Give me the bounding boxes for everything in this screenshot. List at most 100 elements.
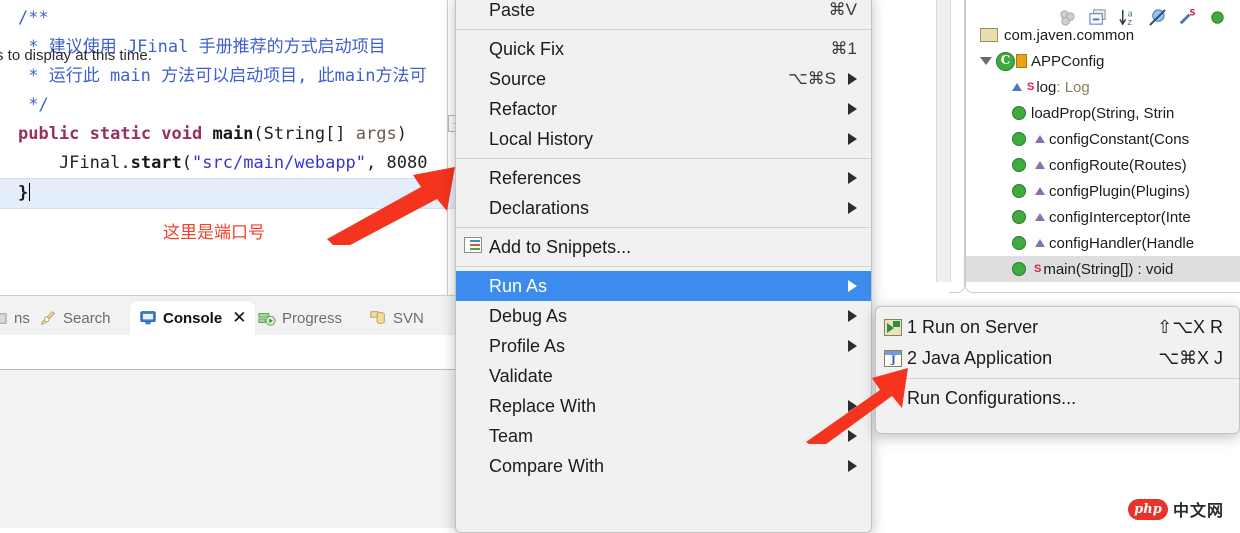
submenu-arrow-icon <box>848 202 857 214</box>
watermark: php 中文网 <box>1128 497 1224 521</box>
code-token: main <box>212 124 254 144</box>
menu-item-label: Compare With <box>489 455 605 476</box>
submenu-item-1-run-on-server[interactable]: 1 Run on Server ⇧⌥X R <box>876 312 1239 343</box>
outline-row[interactable]: Smain(String[]) : void <box>966 256 1240 282</box>
menu-separator <box>456 227 871 228</box>
menu-item-profile-as[interactable]: Profile As <box>456 331 871 361</box>
menu-item-references[interactable]: References <box>456 163 871 193</box>
override-marker-icon <box>1035 239 1045 247</box>
outline-row[interactable]: Slog : Log <box>966 74 1240 100</box>
bottom-tab-svn[interactable]: SVN <box>360 301 433 335</box>
menu-item-shortcut: ⌘1 <box>830 39 857 58</box>
menu-item-label: Source <box>489 68 547 89</box>
menu-separator <box>456 158 871 159</box>
code-token: /** <box>18 8 49 28</box>
outline-row-label: configRoute(Routes) <box>1049 156 1187 174</box>
submenu-arrow-icon <box>848 280 857 292</box>
bottom-tab-label: Console <box>163 309 223 327</box>
outline-row-label: main(String[]) : void <box>1043 260 1174 278</box>
menu-item-label: Quick Fix <box>489 38 565 59</box>
submenu-item-shortcut: ⌥⌘X J <box>1158 348 1223 368</box>
menu-item-replace-with[interactable]: Replace With <box>456 391 871 421</box>
menu-item-debug-as[interactable]: Debug As <box>456 301 871 331</box>
outline-tree[interactable]: com.javen.common C APPConfig Slog : Log load… <box>966 22 1240 282</box>
submenu-item-2-java-application[interactable]: J 2 Java Application ⌥⌘X J <box>876 343 1239 374</box>
menu-item-refactor[interactable]: Refactor <box>456 94 871 124</box>
outline-row[interactable]: configRoute(Routes) <box>966 152 1240 178</box>
code-token: public static void <box>18 124 213 144</box>
port-annotation-label: 这里是端口号 <box>163 223 265 243</box>
menu-separator <box>456 266 871 267</box>
outline-row[interactable]: com.javen.common <box>966 22 1240 48</box>
code-token: "src/main/webapp" <box>192 153 367 173</box>
menu-item-declarations[interactable]: Declarations <box>456 193 871 223</box>
submenu-arrow-icon <box>848 310 857 322</box>
bottom-tab-bar[interactable]: ns Search Console ✕ Progress SVN <box>0 296 470 336</box>
method-icon <box>1012 158 1026 172</box>
menu-item-team[interactable]: Team <box>456 421 871 451</box>
outline-row[interactable]: configInterceptor(Inte <box>966 204 1240 230</box>
menu-item-source[interactable]: Source ⌥⌘S <box>456 64 871 94</box>
run-as-submenu[interactable]: 1 Run on Server ⇧⌥X R J 2 Java Application ⌥… <box>875 306 1240 434</box>
editor-vertical-scrollbar[interactable] <box>936 0 951 282</box>
chevron-down-icon[interactable] <box>980 57 992 65</box>
submenu-item-label: 2 Java Application <box>907 348 1053 368</box>
bottom-tab-label: Search <box>63 309 111 327</box>
current-line-highlight <box>0 178 470 209</box>
menu-item-compare-with[interactable]: Compare With <box>456 451 871 481</box>
menu-item-validate[interactable]: Validate <box>456 361 871 391</box>
menu-item-label: Declarations <box>489 197 590 218</box>
package-icon <box>980 28 998 42</box>
submenu-arrow-icon <box>848 133 857 145</box>
editor-panel-edge <box>949 0 965 293</box>
run-on-server-icon <box>884 319 902 336</box>
submenu-item-label: 1 Run on Server <box>907 317 1039 337</box>
outline-row[interactable]: C APPConfig <box>966 48 1240 74</box>
context-menu[interactable]: Paste ⌘V Quick Fix ⌘1 Source ⌥⌘S Refactor Local… <box>455 0 872 533</box>
svg-text:S: S <box>1189 8 1195 18</box>
override-marker-icon <box>1035 135 1045 143</box>
editor-edge <box>447 0 448 295</box>
method-icon <box>1012 132 1026 146</box>
code-editor[interactable]: /** * 建议使用 JFinal 手册推荐的方式启动项目 * 运行此 main… <box>0 0 470 295</box>
menu-item-quick-fix[interactable]: Quick Fix ⌘1 <box>456 34 871 64</box>
menu-item-label: Debug As <box>489 305 568 326</box>
svn-repo-icon <box>369 309 387 327</box>
override-marker-icon <box>1035 213 1045 221</box>
outline-row-label: com.javen.common <box>1004 26 1135 44</box>
code-token: ) <box>396 124 418 144</box>
search-pencil-icon <box>39 309 57 327</box>
bottom-tab-search[interactable]: Search <box>30 301 120 335</box>
code-token: ( <box>181 153 193 173</box>
menu-item-shortcut: ⌥⌘S <box>788 69 836 88</box>
code-token: (String[] <box>253 124 356 144</box>
bottom-tab-progress[interactable]: Progress <box>249 301 351 335</box>
console-message: s to display at this time. <box>0 47 152 64</box>
code-line: /** <box>0 4 470 33</box>
outline-row[interactable]: configPlugin(Plugins) <box>966 178 1240 204</box>
menu-item-label: Refactor <box>489 98 558 119</box>
close-icon[interactable]: ✕ <box>232 308 246 328</box>
menu-item-paste[interactable]: Paste ⌘V <box>456 0 871 25</box>
menu-item-label: Add to Snippets... <box>489 236 632 257</box>
code-text[interactable]: /** * 建议使用 JFinal 手册推荐的方式启动项目 * 运行此 main… <box>0 4 470 178</box>
menu-item-run-as[interactable]: Run As <box>456 271 871 301</box>
outline-row-label: configHandler(Handle <box>1049 234 1195 252</box>
menu-item-label: Paste <box>489 0 536 20</box>
menu-item-add-to-snippets[interactable]: Add to Snippets... <box>456 232 871 262</box>
console-output-area[interactable] <box>0 335 470 370</box>
field-icon <box>1012 83 1022 91</box>
menu-item-label: Team <box>489 425 534 446</box>
submenu-arrow-icon <box>848 73 857 85</box>
watermark-text: 中文网 <box>1173 503 1225 520</box>
submenu-item-run-configurations[interactable]: Run Configurations... <box>876 383 1239 414</box>
java-application-icon: J <box>884 350 902 367</box>
bottom-tab-console[interactable]: Console ✕ <box>130 301 256 335</box>
outline-view[interactable]: az S com.javen.common C APPConfig Slog : Lo… <box>965 0 1240 293</box>
menu-item-local-history[interactable]: Local History <box>456 124 871 154</box>
outline-row[interactable]: configHandler(Handle <box>966 230 1240 256</box>
outline-row[interactable]: configConstant(Cons <box>966 126 1240 152</box>
lock-icon <box>1016 54 1027 68</box>
outline-row[interactable]: loadProp(String, Strin <box>966 100 1240 126</box>
outline-row-label: loadProp(String, Strin <box>1031 104 1175 122</box>
